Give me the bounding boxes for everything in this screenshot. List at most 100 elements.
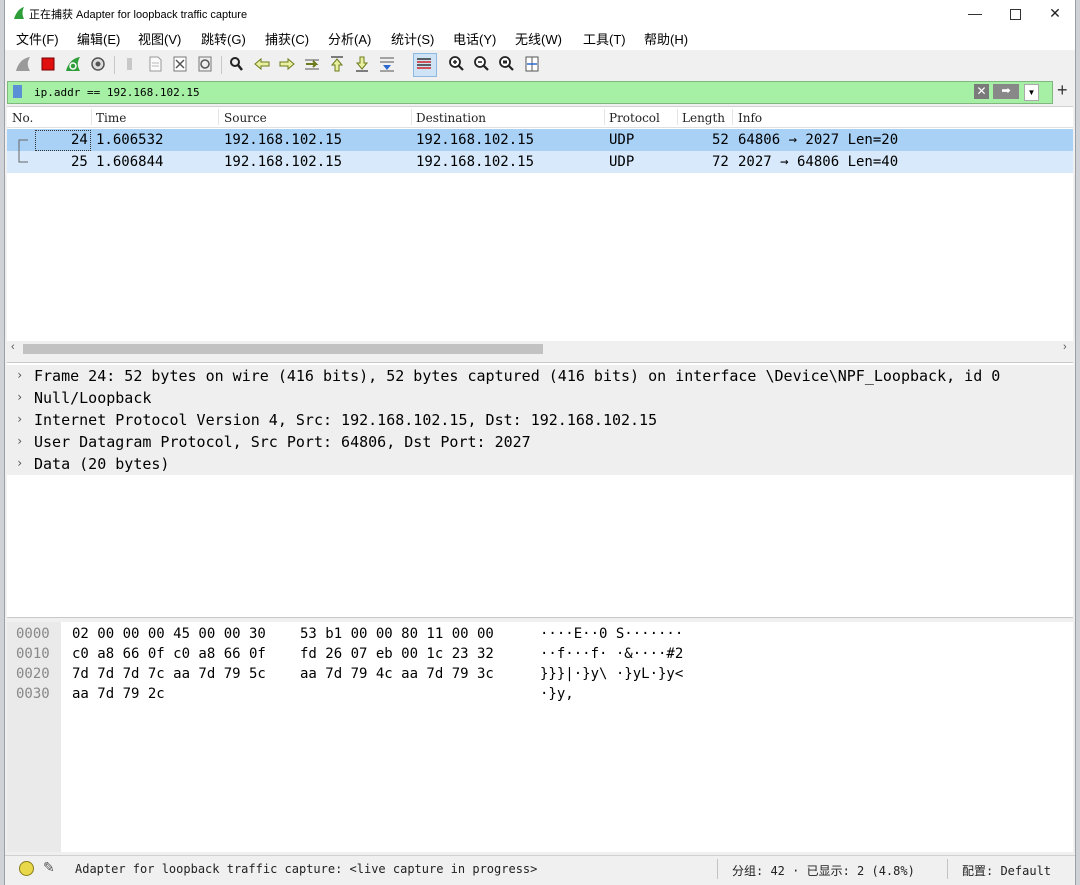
- packet-info: 64806 → 2027 Len=20: [738, 132, 899, 148]
- reload-file-button[interactable]: [195, 54, 215, 74]
- chevron-right-icon[interactable]: ›: [16, 434, 23, 448]
- column-header-source[interactable]: Source: [224, 111, 267, 125]
- zoom-in-button[interactable]: [447, 54, 467, 74]
- go-forward-button[interactable]: [277, 54, 297, 74]
- chevron-right-icon[interactable]: ›: [16, 390, 23, 404]
- ascii-bytes[interactable]: ··f···f· ·&····#2: [540, 646, 683, 662]
- bytes-row[interactable]: 0000 02 00 00 00 45 00 00 30 53 b1 00 00…: [7, 624, 1073, 644]
- detail-tree-item[interactable]: › Null/Loopback: [7, 387, 1073, 409]
- column-divider[interactable]: [218, 109, 219, 125]
- scroll-left-icon[interactable]: ‹: [11, 341, 15, 353]
- detail-tree-item[interactable]: › Internet Protocol Version 4, Src: 192.1…: [7, 409, 1073, 431]
- menu-analyze[interactable]: 分析(A): [328, 29, 371, 48]
- detail-tree-item[interactable]: › Data (20 bytes): [7, 453, 1073, 475]
- go-last-packet-button[interactable]: [352, 54, 372, 74]
- start-capture-button[interactable]: [13, 54, 33, 74]
- hex-bytes[interactable]: c0 a8 66 0f c0 a8 66 0f: [72, 646, 266, 662]
- chevron-right-icon[interactable]: ›: [16, 456, 23, 470]
- bytes-row[interactable]: 0020 7d 7d 7d 7c aa 7d 79 5c aa 7d 79 4c…: [7, 664, 1073, 684]
- find-packet-button[interactable]: [227, 54, 247, 74]
- save-file-button[interactable]: [145, 54, 165, 74]
- scrollbar-thumb[interactable]: [23, 344, 543, 354]
- shark-fin-start-icon: [16, 57, 30, 71]
- column-divider[interactable]: [91, 109, 92, 125]
- chevron-right-icon[interactable]: ›: [16, 412, 23, 426]
- stop-capture-button[interactable]: [38, 54, 58, 74]
- column-header-no[interactable]: No.: [12, 111, 33, 125]
- chevron-right-icon[interactable]: ›: [16, 368, 23, 382]
- go-first-packet-button[interactable]: [327, 54, 347, 74]
- pencil-comment-icon[interactable]: ✎: [43, 859, 55, 876]
- close-file-button[interactable]: [170, 54, 190, 74]
- detail-frame: Frame 24: 52 bytes on wire (416 bits), 5…: [34, 367, 1001, 385]
- bytes-row[interactable]: 0010 c0 a8 66 0f c0 a8 66 0f fd 26 07 eb…: [7, 644, 1073, 664]
- hex-bytes[interactable]: aa 7d 79 4c aa 7d 79 3c: [300, 666, 494, 682]
- status-separator: [947, 859, 948, 879]
- detail-data: Data (20 bytes): [34, 455, 170, 473]
- colorize-button[interactable]: [413, 53, 437, 77]
- hex-bytes[interactable]: fd 26 07 eb 00 1c 23 32: [300, 646, 494, 662]
- zoom-out-button[interactable]: [472, 54, 492, 74]
- column-header-length[interactable]: Length: [682, 111, 725, 125]
- go-back-button[interactable]: [252, 54, 272, 74]
- column-header-time[interactable]: Time: [96, 111, 126, 125]
- detail-udp: User Datagram Protocol, Src Port: 64806,…: [34, 433, 531, 451]
- restart-capture-button[interactable]: [63, 54, 83, 74]
- packet-list-scrollbar[interactable]: ‹ ›: [7, 341, 1073, 357]
- menu-view[interactable]: 视图(V): [138, 29, 181, 48]
- bytes-row[interactable]: 0030 aa 7d 79 2c ·}y,: [7, 684, 1073, 704]
- zoom-normal-button[interactable]: [497, 54, 517, 74]
- capture-status-led-icon[interactable]: [19, 861, 34, 876]
- menu-telephony[interactable]: 电话(Y): [453, 29, 496, 48]
- column-divider[interactable]: [677, 109, 678, 125]
- detail-tree-item[interactable]: › Frame 24: 52 bytes on wire (416 bits), …: [7, 365, 1073, 387]
- scroll-right-icon[interactable]: ›: [1063, 341, 1067, 353]
- menu-help[interactable]: 帮助(H): [644, 29, 688, 48]
- hex-bytes[interactable]: 53 b1 00 00 80 11 00 00: [300, 626, 494, 642]
- menu-file[interactable]: 文件(F): [16, 29, 59, 48]
- column-header-destination[interactable]: Destination: [416, 111, 486, 125]
- filter-history-dropdown[interactable]: ▼: [1024, 84, 1039, 101]
- shark-fin-app-icon: [14, 7, 24, 19]
- ascii-bytes[interactable]: }}}|·}y\ ·}yL·}y<: [540, 666, 683, 682]
- hex-bytes[interactable]: aa 7d 79 2c: [72, 686, 165, 702]
- maximize-button[interactable]: [995, 0, 1035, 26]
- column-divider[interactable]: [732, 109, 733, 125]
- menu-bar: 文件(F) 编辑(E) 视图(V) 跳转(G) 捕获(C) 分析(A) 统计(S…: [5, 26, 1075, 50]
- wireshark-window: 正在捕获 Adapter for loopback traffic captur…: [4, 0, 1076, 885]
- minimize-button[interactable]: —: [955, 0, 995, 26]
- resize-columns-button[interactable]: [522, 54, 542, 74]
- column-divider[interactable]: [411, 109, 412, 125]
- open-file-button[interactable]: [120, 54, 140, 74]
- column-divider[interactable]: [604, 109, 605, 125]
- packet-row[interactable]: 25 1.606844 192.168.102.15 192.168.102.1…: [7, 151, 1073, 173]
- apply-filter-button[interactable]: ➡: [993, 84, 1019, 99]
- hex-bytes[interactable]: 02 00 00 00 45 00 00 30: [72, 626, 266, 642]
- menu-edit[interactable]: 编辑(E): [77, 29, 120, 48]
- detail-tree-item[interactable]: › User Datagram Protocol, Src Port: 64806…: [7, 431, 1073, 453]
- bookmark-icon[interactable]: [13, 85, 22, 98]
- menu-go[interactable]: 跳转(G): [201, 29, 246, 48]
- close-button[interactable]: ✕: [1035, 0, 1075, 26]
- packet-info: 2027 → 64806 Len=40: [738, 154, 899, 170]
- profile-text[interactable]: 配置: Default: [962, 862, 1051, 879]
- menu-statistics[interactable]: 统计(S): [391, 29, 434, 48]
- menu-tools[interactable]: 工具(T): [583, 29, 626, 48]
- hex-bytes[interactable]: 7d 7d 7d 7c aa 7d 79 5c: [72, 666, 266, 682]
- go-to-packet-button[interactable]: [302, 54, 322, 74]
- add-filter-button[interactable]: +: [1057, 80, 1068, 101]
- column-header-protocol[interactable]: Protocol: [609, 111, 660, 125]
- clear-filter-button[interactable]: ✕: [974, 84, 989, 99]
- ascii-bytes[interactable]: ·}y,: [540, 686, 574, 702]
- column-header-info[interactable]: Info: [738, 111, 762, 125]
- autoscroll-button[interactable]: [377, 54, 397, 74]
- display-filter-input[interactable]: [34, 83, 934, 101]
- packet-no: 25: [71, 154, 88, 170]
- minimize-icon: —: [968, 5, 982, 21]
- ascii-bytes[interactable]: ····E··0 S·······: [540, 626, 683, 642]
- status-separator: [717, 859, 718, 879]
- packet-row[interactable]: 24 1.606532 192.168.102.15 192.168.102.1…: [7, 129, 1073, 153]
- capture-options-button[interactable]: [88, 54, 108, 74]
- menu-capture[interactable]: 捕获(C): [265, 29, 309, 48]
- menu-wireless[interactable]: 无线(W): [515, 29, 562, 48]
